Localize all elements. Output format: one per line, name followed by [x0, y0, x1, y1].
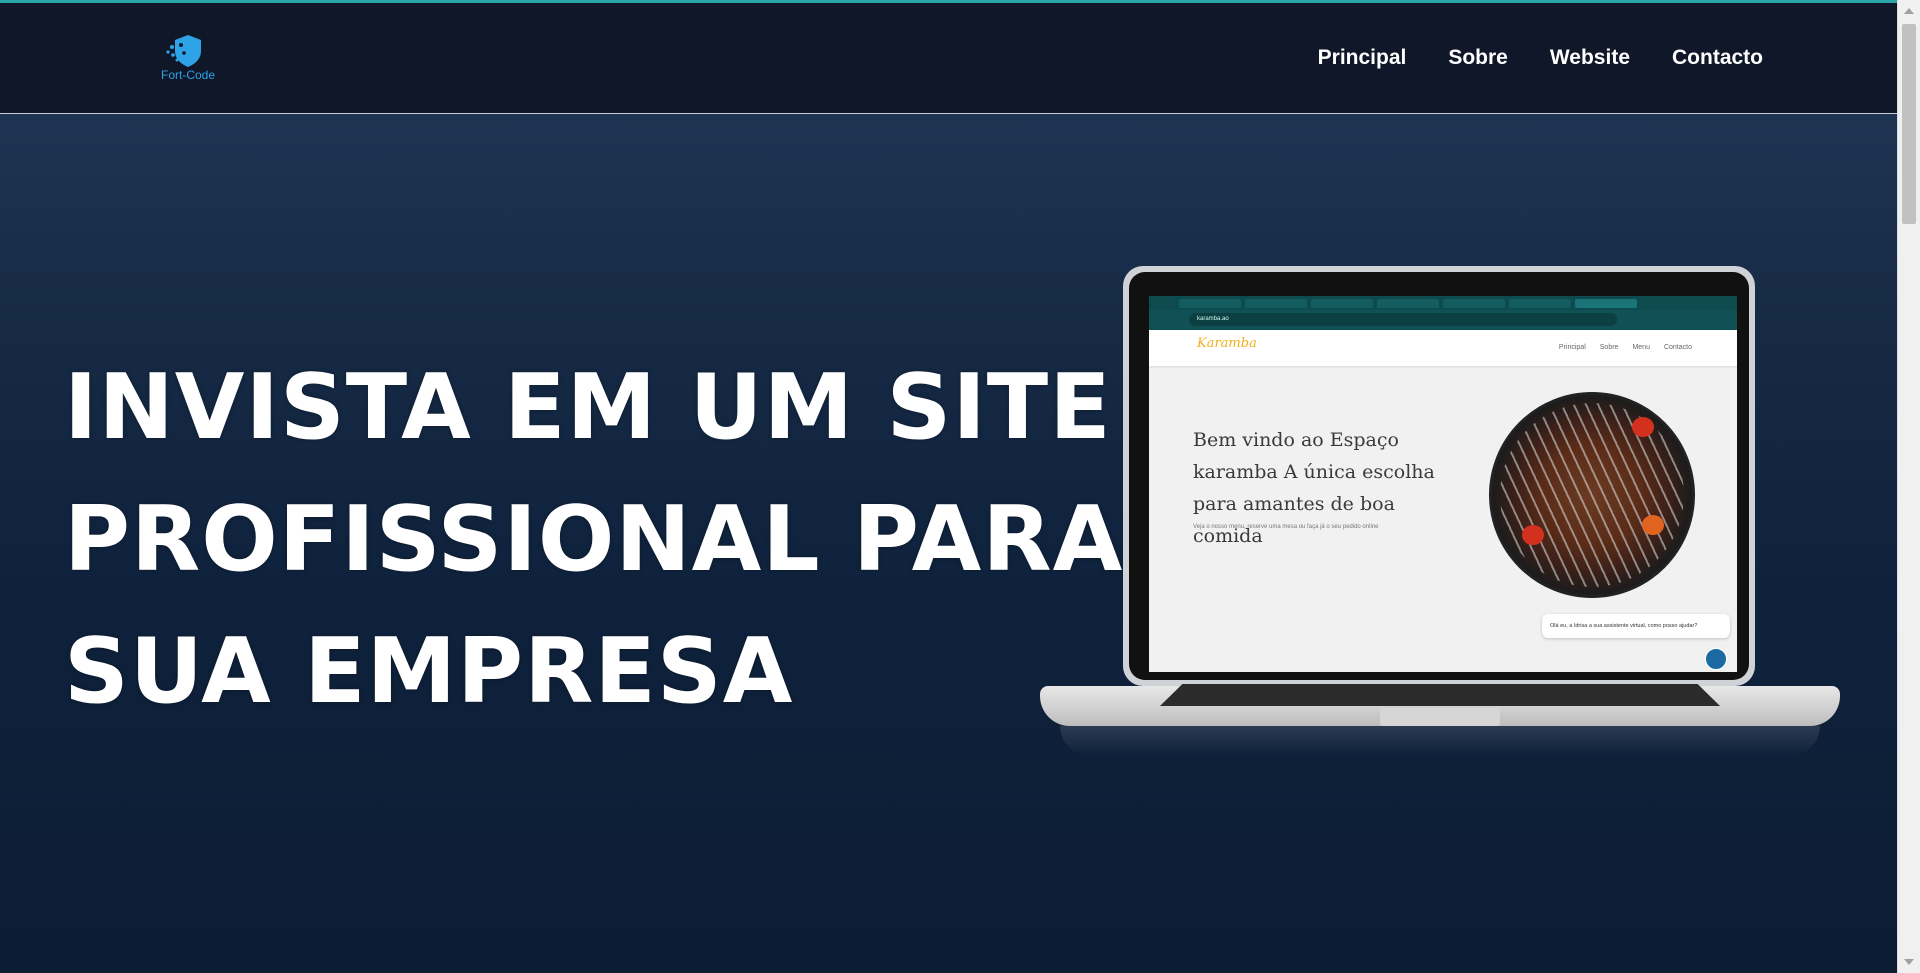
karamba-navbar: Karamba Principal Sobre Menu Contacto [1149, 330, 1737, 366]
karamba-welcome-text: Bem vindo ao Espaço karamba A única esco… [1193, 429, 1435, 547]
logo-text: Fort-Code [160, 68, 216, 82]
browser-url: karamba.ao [1189, 313, 1617, 326]
headline-line-2: PROFISSIONAL PARA [64, 487, 1124, 592]
laptop-mockup-image: karamba.ao Karamba Principal Sobre Menu … [1040, 266, 1840, 786]
fort-code-logo[interactable]: Fort-Code [155, 33, 221, 85]
grill-food-image [1489, 392, 1695, 598]
browser-urlbar: karamba.ao [1149, 310, 1737, 330]
shield-logo-icon [166, 35, 201, 67]
chat-avatar [1705, 648, 1727, 670]
nav-sobre[interactable]: Sobre [1448, 46, 1508, 70]
chat-bubble: Olá eu, a Idrisa a sua assistente virtua… [1542, 614, 1730, 638]
nav-contacto[interactable]: Contacto [1672, 46, 1763, 70]
laptop-lid: karamba.ao Karamba Principal Sobre Menu … [1123, 266, 1755, 686]
laptop-bezel: karamba.ao Karamba Principal Sobre Menu … [1129, 272, 1749, 680]
laptop-keyboard [1160, 684, 1720, 706]
headline-line-1: INVISTA EM UM SITE [64, 355, 1112, 460]
site-header: Fort-Code Principal Sobre Website Contac… [0, 3, 1898, 114]
scroll-down-icon[interactable] [1904, 959, 1914, 965]
nav-website[interactable]: Website [1550, 46, 1630, 70]
scroll-up-icon[interactable] [1904, 8, 1914, 14]
headline-line-3: SUA EMPRESA [64, 619, 794, 724]
karamba-nav-links: Principal Sobre Menu Contacto [1558, 344, 1692, 351]
main-nav: Principal Sobre Website Contacto [1318, 46, 1763, 70]
karamba-logo: Karamba [1197, 336, 1257, 351]
hero-section: INVISTA EM UM SITE PROFISSIONAL PARA SUA… [0, 114, 1898, 973]
nav-principal[interactable]: Principal [1318, 46, 1407, 70]
laptop-trackpad [1380, 708, 1500, 726]
karamba-welcome-subtext: Veja o nosso menu, reserve uma mesa ou f… [1193, 524, 1379, 530]
vertical-scrollbar[interactable] [1897, 0, 1920, 973]
laptop-reflection [1060, 726, 1820, 756]
scrollbar-thumb[interactable] [1902, 24, 1916, 224]
browser-tabbar [1149, 296, 1737, 310]
hero-headline: INVISTA EM UM SITE PROFISSIONAL PARA SUA… [64, 342, 1124, 738]
laptop-screen: karamba.ao Karamba Principal Sobre Menu … [1149, 296, 1737, 672]
